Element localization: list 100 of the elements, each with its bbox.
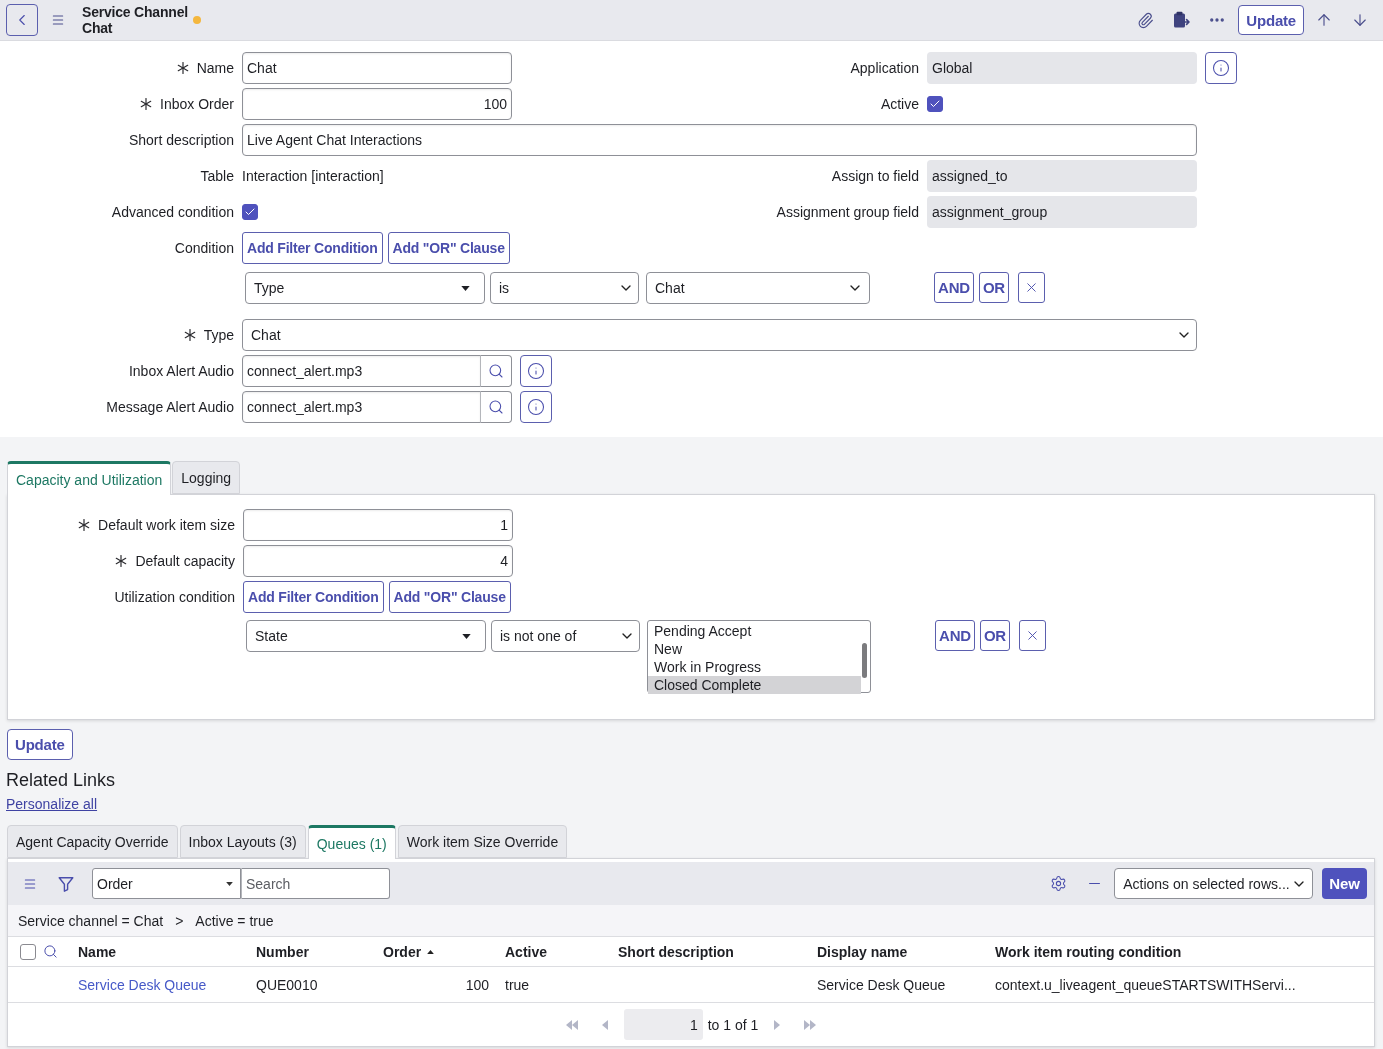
related-list-tab[interactable]: Inbox Layouts (3)	[179, 825, 306, 858]
select-field[interactable]: Actions on selected rows...	[1114, 868, 1314, 899]
table-cell: 100	[465, 976, 489, 993]
update-button[interactable]: Update	[7, 729, 73, 760]
back-button[interactable]	[6, 4, 38, 36]
close-icon	[1024, 280, 1039, 295]
field-label: Short description	[128, 132, 234, 148]
checkbox[interactable]	[927, 96, 943, 112]
field-label: Advanced condition	[111, 204, 234, 220]
arrow-down-icon[interactable]	[1351, 11, 1369, 29]
field-label: Default work item size	[98, 517, 235, 533]
section-tab[interactable]: Logging	[172, 461, 241, 494]
column-header[interactable]: Name	[78, 943, 117, 960]
section-tab[interactable]: Capacity and Utilization	[7, 461, 172, 495]
readonly-field: Global	[927, 52, 1197, 84]
logic-button[interactable]: AND	[934, 272, 974, 303]
input-field[interactable]: Live Agent Chat Interactions	[242, 124, 1197, 156]
readonly-field: assigned_to	[927, 160, 1197, 192]
info-button[interactable]	[520, 355, 552, 387]
input-field[interactable]: connect_alert.mp3	[242, 355, 481, 387]
select-field[interactable]: Type	[245, 272, 485, 304]
input-field[interactable]: 1	[243, 509, 513, 541]
clipboard-icon[interactable]	[1172, 11, 1191, 29]
close-icon	[1025, 628, 1040, 643]
filter-button[interactable]: Add Filter Condition	[243, 581, 384, 613]
list-option[interactable]: New	[648, 640, 861, 658]
filter-button[interactable]: Add Filter Condition	[242, 232, 383, 264]
related-list-tab[interactable]: Agent Capacity Override	[7, 825, 178, 858]
input-field[interactable]: 100	[242, 88, 512, 120]
search-icon	[488, 399, 504, 415]
check-icon	[929, 98, 941, 110]
breadcrumb-item[interactable]: Service channel = Chat	[18, 912, 164, 929]
input-field[interactable]: Chat	[242, 52, 512, 84]
checkbox[interactable]	[242, 204, 258, 220]
select-field[interactable]: State	[246, 620, 486, 652]
caret-icon	[461, 285, 470, 291]
list-box[interactable]: Pending Accept New Work in Progress Closed Complete	[647, 620, 871, 693]
readonly-field: assignment_group	[927, 196, 1197, 228]
table-cell: Service Desk Queue	[817, 976, 946, 993]
column-header[interactable]: Number	[256, 943, 309, 960]
paperclip-icon[interactable]	[1136, 11, 1154, 29]
filter-icon[interactable]	[58, 875, 74, 892]
column-header[interactable]: Order	[383, 943, 435, 960]
input-field[interactable]: 4	[243, 545, 513, 577]
record-type-title: Service Channel	[82, 4, 188, 20]
select-field[interactable]: Chat	[646, 272, 870, 304]
field-value: Interaction [interaction]	[242, 168, 384, 184]
input-field[interactable]: connect_alert.mp3	[242, 391, 481, 423]
select-field[interactable]: Chat	[242, 319, 1197, 351]
info-button[interactable]	[520, 391, 552, 423]
field-label: Inbox Alert Audio	[128, 363, 234, 379]
select-field[interactable]: Order	[92, 868, 241, 899]
filter-button[interactable]: Add "OR" Clause	[387, 232, 510, 264]
info-icon	[1212, 59, 1230, 77]
field-label: Application	[850, 60, 919, 76]
select-field[interactable]: is	[490, 272, 639, 304]
field-label: Default capacity	[135, 553, 235, 569]
select-field[interactable]: is not one of	[491, 620, 640, 652]
related-list-tab[interactable]: Queues (1)	[307, 825, 396, 859]
checkbox[interactable]	[20, 943, 36, 960]
logic-button[interactable]: OR	[978, 272, 1009, 303]
list-option[interactable]: Work in Progress	[648, 658, 861, 676]
update-button[interactable]: Update	[1238, 5, 1304, 35]
list-option[interactable]: Pending Accept	[648, 622, 861, 640]
field-label: Type	[203, 327, 234, 343]
list-option[interactable]: Closed Complete	[648, 676, 861, 694]
column-header[interactable]: Display name	[817, 943, 908, 960]
remove-condition-button[interactable]	[1018, 272, 1045, 303]
field-label: Assign to field	[831, 168, 919, 184]
scrollbar-thumb[interactable]	[862, 643, 867, 678]
logic-button[interactable]: OR	[979, 620, 1010, 651]
record-name-title: Chat	[82, 20, 114, 36]
search-icon[interactable]	[43, 944, 58, 959]
table-cell: QUE0010	[256, 976, 318, 993]
logic-button[interactable]: AND	[935, 620, 975, 651]
filter-button[interactable]: Add "OR" Clause	[388, 581, 511, 613]
search-button[interactable]	[480, 391, 512, 423]
column-header[interactable]: Work item routing condition	[995, 943, 1182, 960]
remove-condition-button[interactable]	[1019, 620, 1046, 651]
search-field[interactable]: Search	[241, 868, 390, 899]
related-list-tab[interactable]: Work item Size Override	[397, 825, 568, 858]
check-icon	[244, 206, 256, 218]
field-label: Assignment group field	[776, 204, 919, 220]
field-label: Active	[880, 96, 919, 112]
personalize-link[interactable]: Personalize all	[6, 796, 98, 813]
column-header[interactable]: Active	[505, 943, 548, 960]
caret-icon	[462, 633, 471, 639]
info-icon	[527, 362, 545, 380]
new-button[interactable]: New	[1322, 868, 1367, 899]
field-label: Inbox Order	[160, 96, 234, 112]
section-heading: Related Links	[6, 769, 116, 791]
info-button[interactable]	[1205, 52, 1237, 84]
breadcrumb-separator: >	[175, 912, 184, 929]
field-label: Condition	[174, 240, 234, 256]
page-field[interactable]: 1	[623, 1009, 703, 1040]
breadcrumb-item[interactable]: Active = true	[195, 912, 274, 929]
settings-icon[interactable]	[1049, 875, 1067, 892]
table-cell: true	[505, 976, 530, 993]
search-button[interactable]	[480, 355, 512, 387]
record-link[interactable]: Service Desk Queue	[78, 976, 207, 993]
